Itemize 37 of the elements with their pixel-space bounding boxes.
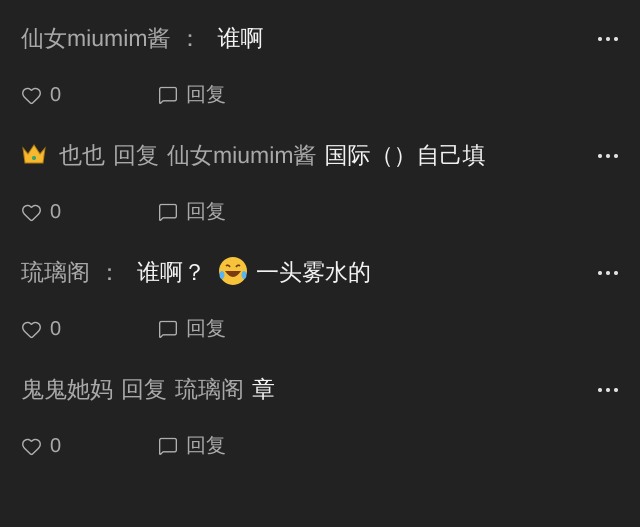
comment-icon[interactable]	[158, 85, 178, 105]
reply-word: 回复	[113, 142, 159, 168]
comment-icon[interactable]	[158, 319, 178, 339]
heart-icon[interactable]	[21, 436, 42, 456]
heart-icon[interactable]	[21, 84, 42, 106]
comment-text: 谁啊	[218, 25, 264, 51]
like-count: 0	[50, 83, 62, 108]
heart-icon[interactable]	[21, 318, 42, 340]
reply-link[interactable]: 回复	[186, 80, 226, 110]
reply-word: 回复	[121, 376, 167, 402]
comment-icon[interactable]	[158, 436, 178, 456]
author-name[interactable]: 仙女miumim酱	[21, 25, 170, 51]
author-name[interactable]: 仙女miumim酱	[167, 142, 316, 168]
heart-icon[interactable]	[21, 202, 42, 222]
more-options-icon[interactable]	[597, 36, 619, 42]
comment-text: 谁啊？	[137, 259, 206, 285]
comment-icon[interactable]	[158, 202, 178, 222]
like-count: 0	[50, 200, 62, 225]
author-name[interactable]: 鬼鬼她妈	[21, 376, 113, 402]
like-count: 0	[50, 434, 62, 459]
more-options-icon[interactable]	[597, 153, 619, 159]
reply-link[interactable]: 回复	[186, 431, 226, 461]
author-name[interactable]: 也也	[59, 142, 105, 168]
laughing-emoji-icon	[218, 256, 248, 286]
more-options-icon[interactable]	[597, 387, 619, 393]
comment-text: 章	[252, 376, 275, 402]
comment-text: 一头雾水的	[256, 259, 371, 285]
author-name[interactable]: 琉璃阁	[175, 376, 244, 402]
reply-link[interactable]: 回复	[186, 314, 226, 344]
like-count: 0	[50, 317, 62, 342]
reply-link[interactable]: 回复	[186, 197, 226, 227]
author-name[interactable]: 琉璃阁	[21, 259, 90, 285]
colon-separator: ：	[178, 25, 202, 51]
comment-text: 国际（）自己填	[324, 142, 486, 168]
crown-icon	[21, 142, 47, 166]
colon-separator: ：	[98, 259, 121, 285]
more-options-icon[interactable]	[597, 270, 619, 276]
